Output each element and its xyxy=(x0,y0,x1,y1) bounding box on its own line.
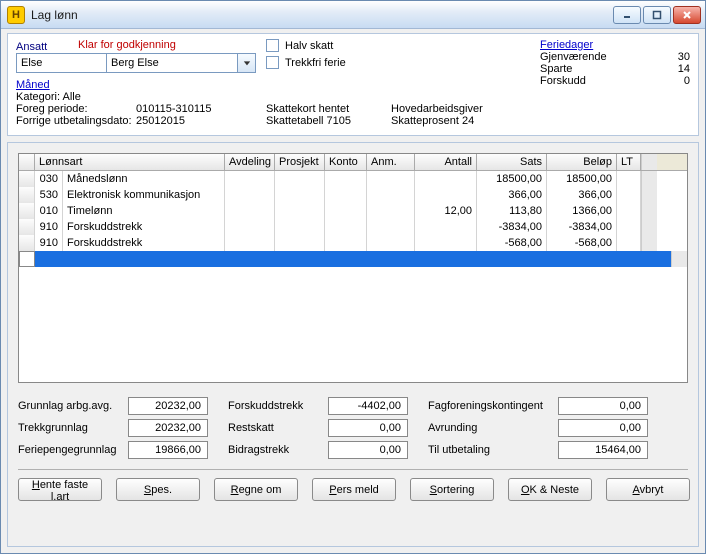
fagforening-value: 0,00 xyxy=(558,397,648,415)
table-row[interactable]: 030Månedslønn18500,0018500,00 xyxy=(19,171,687,187)
forskudd-feriedager-label: Forskudd xyxy=(540,75,586,87)
grid-body[interactable]: 030Månedslønn18500,0018500,00530Elektron… xyxy=(19,171,687,382)
ok-neste-button[interactable]: OK & Neste xyxy=(508,478,592,501)
gjenvaerende-label: Gjenværende xyxy=(540,51,607,63)
row-indicator-icon xyxy=(19,251,35,267)
skattekort-hentet: Skattekort hentet xyxy=(266,103,351,115)
minimize-button[interactable] xyxy=(613,6,641,24)
forskudd-value: -4402,00 xyxy=(328,397,408,415)
avrunding-value: 0,00 xyxy=(558,419,648,437)
col-antall[interactable]: Antall xyxy=(415,154,477,170)
sortering-button[interactable]: Sortering xyxy=(410,478,494,501)
col-lt[interactable]: LT xyxy=(617,154,641,170)
restskatt-label: Restskatt xyxy=(228,422,328,434)
maned-link[interactable]: Måned xyxy=(16,79,50,91)
feriedager-link[interactable]: Feriedager xyxy=(540,39,593,51)
employee-combo[interactable]: Else Berg Else xyxy=(16,53,256,73)
window: H Lag lønn Ansatt Klar for godkjenning E… xyxy=(0,0,706,554)
spes-button[interactable]: Spes. xyxy=(116,478,200,501)
sparte-label: Sparte xyxy=(540,63,572,75)
avbryt-button[interactable]: Avbryt xyxy=(606,478,690,501)
regne-om-button[interactable]: Regne om xyxy=(214,478,298,501)
grunnlag-value: 20232,00 xyxy=(128,397,208,415)
main-panel: Lønnsart Avdeling Prosjekt Konto Anm. An… xyxy=(7,142,699,547)
forrige-utb-label: Forrige utbetalingsdato: xyxy=(16,115,136,127)
foreg-periode-label: Foreg periode: xyxy=(16,103,136,115)
hovedarbeidsgiver: Hovedarbeidsgiver xyxy=(391,103,483,115)
col-anm[interactable]: Anm. xyxy=(367,154,415,170)
sparte-value: 14 xyxy=(678,63,690,75)
table-row[interactable]: 910Forskuddstrekk-3834,00-3834,00 xyxy=(19,219,687,235)
employee-name[interactable]: Berg Else xyxy=(106,53,238,73)
col-belop[interactable]: Beløp xyxy=(547,154,617,170)
halv-skatt-checkbox[interactable]: Halv skatt xyxy=(266,39,530,52)
forskudd-label: Forskuddstrekk xyxy=(228,400,328,412)
col-sats[interactable]: Sats xyxy=(477,154,547,170)
trekkfri-ferie-checkbox[interactable]: Trekkfri ferie xyxy=(266,56,530,69)
col-prosjekt[interactable]: Prosjekt xyxy=(275,154,325,170)
halv-skatt-label: Halv skatt xyxy=(285,40,333,52)
totals-panel: Grunnlag arbg.avg. 20232,00 Forskuddstre… xyxy=(18,397,688,459)
forskudd-feriedager-value: 0 xyxy=(684,75,690,87)
avrunding-label: Avrunding xyxy=(428,422,558,434)
trekkfri-ferie-label: Trekkfri ferie xyxy=(285,57,346,69)
pers-meld-button[interactable]: Pers meld xyxy=(312,478,396,501)
kategori-text: Kategori: Alle xyxy=(16,91,81,103)
table-row[interactable]: 010Timelønn12,00113,801366,00 xyxy=(19,203,687,219)
button-bar: Hente faste l.art Spes. Regne om Pers me… xyxy=(18,478,688,501)
gjenvaerende-value: 30 xyxy=(678,51,690,63)
hente-faste-lart-button[interactable]: Hente faste l.art xyxy=(18,478,102,501)
restskatt-value: 0,00 xyxy=(328,419,408,437)
grunnlag-label: Grunnlag arbg.avg. xyxy=(18,400,128,412)
feriepenge-label: Feriepengegrunnlag xyxy=(18,444,128,456)
bidrag-label: Bidragstrekk xyxy=(228,444,328,456)
checkbox-icon[interactable] xyxy=(266,56,279,69)
col-avdeling[interactable]: Avdeling xyxy=(225,154,275,170)
salary-grid[interactable]: Lønnsart Avdeling Prosjekt Konto Anm. An… xyxy=(18,153,688,383)
col-lonnsart[interactable]: Lønnsart xyxy=(35,154,225,170)
foreg-periode-value: 010115-310115 xyxy=(136,103,211,115)
trekkgrunnlag-value: 20232,00 xyxy=(128,419,208,437)
window-title: Lag lønn xyxy=(31,8,611,22)
bidrag-value: 0,00 xyxy=(328,441,408,459)
skatteprosent: Skatteprosent 24 xyxy=(391,115,483,127)
tilutbetaling-value: 15464,00 xyxy=(558,441,648,459)
titlebar: H Lag lønn xyxy=(1,1,705,29)
tilutbetaling-label: Til utbetaling xyxy=(428,444,558,456)
maximize-button[interactable] xyxy=(643,6,671,24)
header-panel: Ansatt Klar for godkjenning Else Berg El… xyxy=(7,33,699,136)
status-text: Klar for godkjenning xyxy=(78,39,176,51)
chevron-down-icon[interactable] xyxy=(238,53,256,73)
app-icon: H xyxy=(7,6,25,24)
grid-header: Lønnsart Avdeling Prosjekt Konto Anm. An… xyxy=(19,154,687,171)
col-konto[interactable]: Konto xyxy=(325,154,367,170)
fagforening-label: Fagforeningskontingent xyxy=(428,400,558,412)
forrige-utb-value: 25012015 xyxy=(136,115,185,127)
table-row[interactable]: 530Elektronisk kommunikasjon366,00366,00 xyxy=(19,187,687,203)
close-button[interactable] xyxy=(673,6,701,24)
checkbox-icon[interactable] xyxy=(266,39,279,52)
feriepenge-value: 19866,00 xyxy=(128,441,208,459)
trekkgrunnlag-label: Trekkgrunnlag xyxy=(18,422,128,434)
employee-code[interactable]: Else xyxy=(16,53,106,73)
skattetabell: Skattetabell 7105 xyxy=(266,115,351,127)
table-row[interactable]: 910Forskuddstrekk-568,00-568,00 xyxy=(19,235,687,251)
grid-new-row[interactable] xyxy=(19,251,687,267)
separator xyxy=(18,469,688,470)
